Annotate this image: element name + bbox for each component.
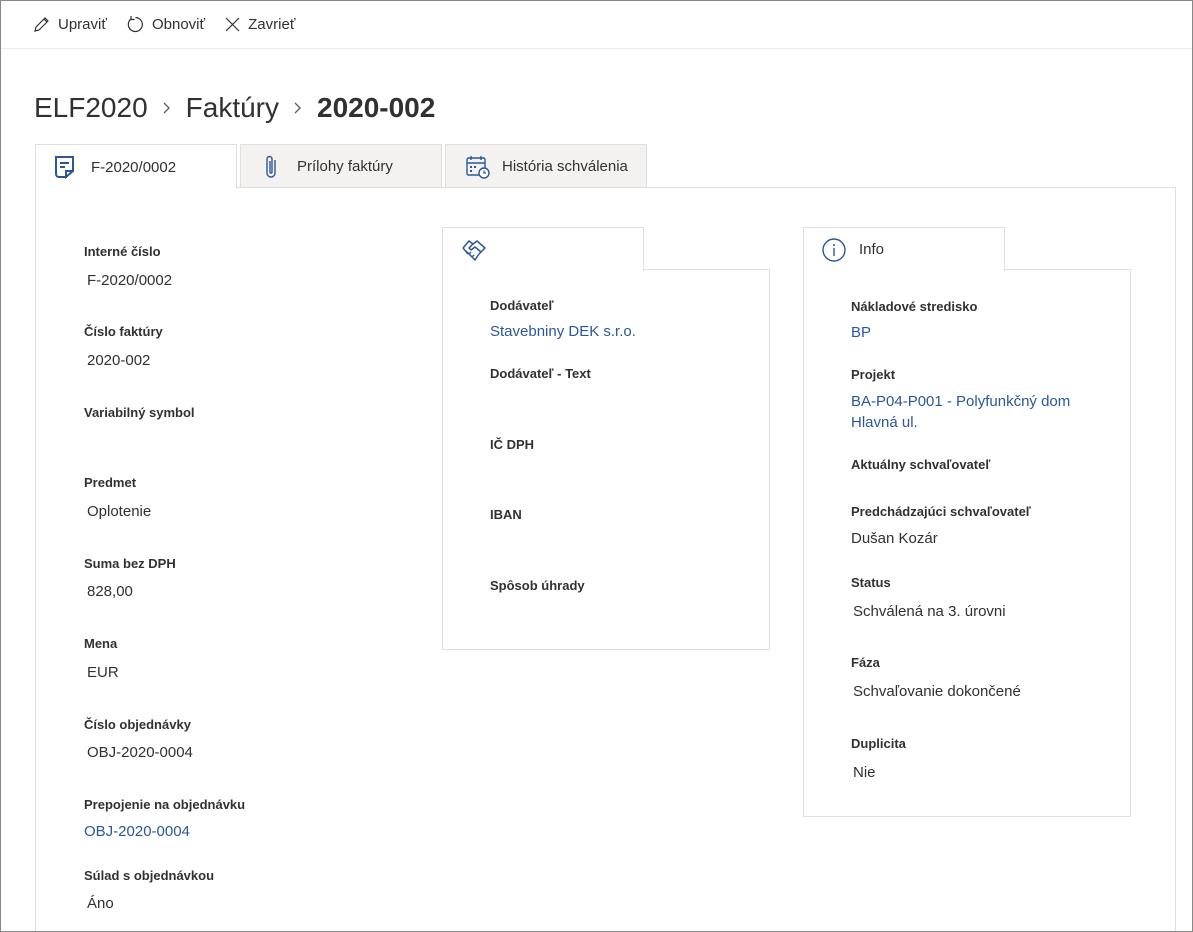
tab-invoice-label: F-2020/0002 xyxy=(91,158,177,176)
tab-approval-history-label: História schválenia xyxy=(502,158,628,175)
paperclip-icon xyxy=(266,155,276,178)
info-card-tab: Info xyxy=(803,227,1005,271)
pencil-icon xyxy=(34,17,49,32)
field-value-phase: Schvaľovanie dokončené xyxy=(853,683,1021,700)
field-label-status: Status xyxy=(851,575,891,590)
field-value-amount-excl-vat: 828,00 xyxy=(87,583,133,600)
field-label-currency: Mena xyxy=(84,636,118,651)
info-card: Nákladové stredisko BP Projekt BA-P04-P0… xyxy=(803,269,1131,817)
project-link-line1[interactable]: BA-P04-P001 - Polyfunkčný dom xyxy=(851,393,1070,410)
field-label-vat-id: IČ DPH xyxy=(490,437,535,452)
app-window: Upraviť Obnoviť Zavrieť ELF2020 Faktúry … xyxy=(0,0,1193,932)
project-link-line2[interactable]: Hlavná ul. xyxy=(851,414,918,431)
field-label-invoice-number: Číslo faktúry xyxy=(84,324,163,339)
supplier-card-tab xyxy=(442,227,644,271)
field-label-previous-approver: Predchádzajúci schvaľovateľ xyxy=(851,504,1031,519)
info-card-title: Info xyxy=(859,241,885,258)
field-label-order-compliance: Súlad s objednávkou xyxy=(84,868,215,883)
field-label-order-link: Prepojenie na objednávku xyxy=(84,797,246,812)
breadcrumb-item-list[interactable]: Faktúry xyxy=(186,92,279,124)
chevron-right-icon xyxy=(162,101,172,115)
supplier-card: Dodávateľ Stavebniny DEK s.r.o. Dodávate… xyxy=(442,269,770,650)
cost-center-link[interactable]: BP xyxy=(851,324,871,341)
refresh-icon xyxy=(127,16,143,33)
tab-attachments-label: Prílohy faktúry xyxy=(297,158,393,175)
field-label-supplier-text: Dodávateľ - Text xyxy=(490,366,591,381)
chevron-right-icon xyxy=(293,101,303,115)
field-label-project: Projekt xyxy=(851,367,896,382)
field-label-variable-symbol: Variabilný symbol xyxy=(84,405,195,420)
field-label-supplier: Dodávateľ xyxy=(490,298,554,313)
invoice-detail-panel: Interné číslo F-2020/0002 Číslo faktúry … xyxy=(35,187,1176,931)
handshake-icon xyxy=(462,239,486,261)
field-label-duplicate: Duplicita xyxy=(851,736,906,751)
close-icon xyxy=(225,17,240,32)
tab-bar: F-2020/0002 Prílohy faktúry História sch… xyxy=(35,144,650,189)
order-link[interactable]: OBJ-2020-0004 xyxy=(84,823,190,840)
info-icon xyxy=(822,237,846,262)
breadcrumb-item-app[interactable]: ELF2020 xyxy=(34,92,148,124)
calendar-clock-icon xyxy=(466,155,490,179)
supplier-link[interactable]: Stavebniny DEK s.r.o. xyxy=(490,323,636,340)
tab-invoice[interactable]: F-2020/0002 xyxy=(35,144,237,189)
refresh-label: Obnoviť xyxy=(151,16,206,33)
command-bar: Upraviť Obnoviť Zavrieť xyxy=(1,1,1192,49)
field-value-internal-number: F-2020/0002 xyxy=(87,272,173,289)
tab-joint xyxy=(443,268,643,271)
field-value-subject: Oplotenie xyxy=(87,503,152,520)
close-label: Zavrieť xyxy=(248,16,296,33)
field-label-cost-center: Nákladové stredisko xyxy=(851,299,978,314)
field-value-duplicate: Nie xyxy=(853,764,876,781)
field-label-current-approver: Aktuálny schvaľovateľ xyxy=(851,457,991,472)
field-value-currency: EUR xyxy=(87,664,119,681)
field-value-previous-approver: Dušan Kozár xyxy=(851,530,938,547)
invoice-icon xyxy=(55,156,74,180)
field-label-iban: IBAN xyxy=(490,507,522,522)
field-value-status: Schválená na 3. úrovni xyxy=(853,603,1006,620)
edit-button[interactable]: Upraviť xyxy=(32,15,107,34)
tab-attachments[interactable]: Prílohy faktúry xyxy=(240,144,442,188)
refresh-button[interactable]: Obnoviť xyxy=(126,15,205,34)
field-label-order-number: Číslo objednávky xyxy=(84,717,191,732)
tab-approval-history[interactable]: História schválenia xyxy=(445,144,647,188)
tab-joint xyxy=(804,268,1004,271)
field-value-order-compliance: Áno xyxy=(87,895,114,912)
edit-label: Upraviť xyxy=(58,16,107,33)
field-value-invoice-number: 2020-002 xyxy=(87,352,151,369)
field-label-internal-number: Interné číslo xyxy=(84,244,161,259)
field-label-subject: Predmet xyxy=(84,475,137,490)
breadcrumb: ELF2020 Faktúry 2020-002 xyxy=(34,89,435,127)
field-value-order-number: OBJ-2020-0004 xyxy=(87,744,193,761)
field-label-amount-excl-vat: Suma bez DPH xyxy=(84,556,176,571)
field-label-payment-method: Spôsob úhrady xyxy=(490,578,585,593)
page-title: 2020-002 xyxy=(317,92,436,123)
field-label-phase: Fáza xyxy=(851,655,880,670)
close-button[interactable]: Zavrieť xyxy=(224,16,295,33)
